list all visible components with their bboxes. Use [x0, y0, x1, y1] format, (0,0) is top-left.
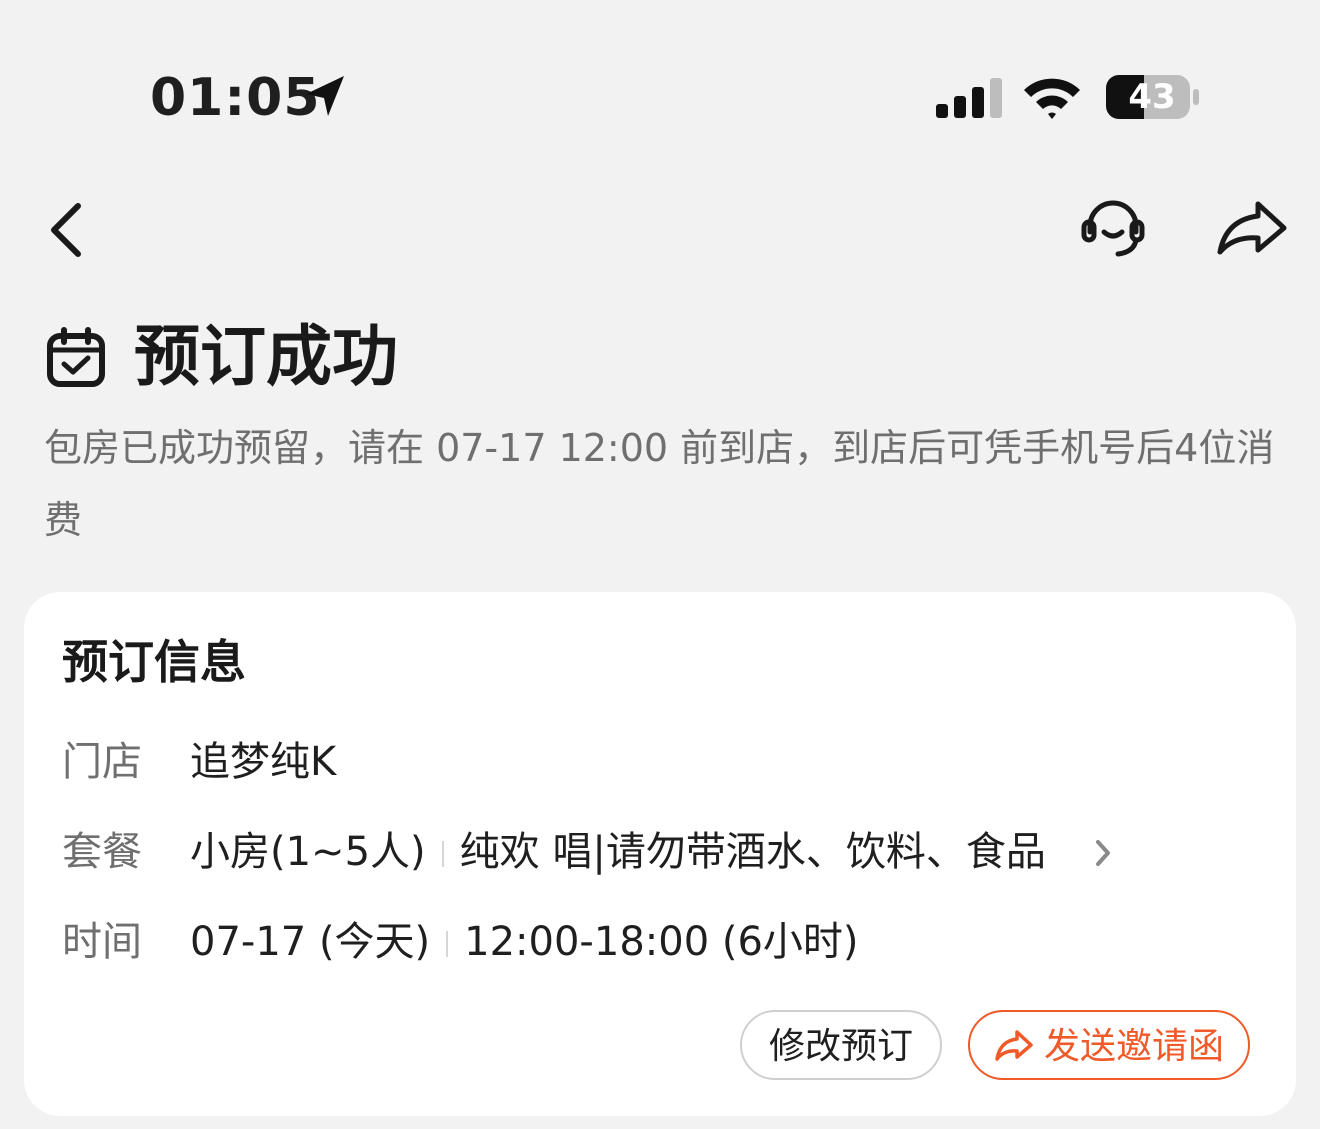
- booking-date: 07-17 (今天): [190, 919, 431, 965]
- back-chevron-icon[interactable]: [40, 198, 96, 262]
- status-bar: 01:05 43: [0, 0, 1320, 150]
- page-title: 预订成功: [134, 318, 398, 395]
- store-value: 追梦纯K: [190, 739, 337, 785]
- store-label: 门店: [62, 739, 142, 785]
- package-desc: 纯欢 唱|请勿带酒水、饮料、食品: [459, 829, 1046, 875]
- divider: [446, 931, 449, 957]
- package-label: 套餐: [62, 829, 142, 875]
- customer-service-icon[interactable]: [1078, 196, 1148, 262]
- battery-level: 43: [1128, 77, 1176, 117]
- package-row[interactable]: 套餐 小房(1~5人) 纯欢 唱|请勿带酒水、饮料、食品: [62, 822, 1262, 882]
- card-title: 预订信息: [62, 635, 246, 689]
- send-invitation-button[interactable]: 发送邀请函: [968, 1010, 1250, 1080]
- time-label: 时间: [62, 919, 142, 965]
- store-row: 门店 追梦纯K: [62, 732, 1262, 792]
- divider: [441, 841, 444, 867]
- booking-time: 12:00-18:00 (6小时): [464, 919, 859, 965]
- time-row: 时间 07-17 (今天) 12:00-18:00 (6小时): [62, 912, 1262, 972]
- share-icon: [995, 1030, 1033, 1061]
- location-arrow-icon: [306, 76, 344, 116]
- modify-booking-button[interactable]: 修改预订: [740, 1010, 942, 1080]
- package-room: 小房(1~5人): [190, 829, 426, 875]
- time-value: 07-17 (今天) 12:00-18:00 (6小时): [190, 912, 859, 972]
- chevron-right-icon[interactable]: [1090, 836, 1116, 870]
- calendar-check-icon: [47, 327, 105, 387]
- signal-icon: [936, 78, 1002, 118]
- wifi-icon: [1024, 78, 1080, 119]
- booking-info-card: 预订信息 门店 追梦纯K 套餐 小房(1~5人) 纯欢 唱|请勿带酒水、饮料、食品…: [24, 592, 1296, 1116]
- package-value: 小房(1~5人) 纯欢 唱|请勿带酒水、饮料、食品: [190, 822, 1046, 882]
- status-time: 01:05: [150, 68, 321, 128]
- send-invitation-label: 发送邀请函: [1044, 1026, 1225, 1067]
- booking-subtitle: 包房已成功预留，请在 07-17 12:00 前到店，到店后可凭手机号后4位消费: [44, 426, 1275, 542]
- share-icon[interactable]: [1214, 196, 1290, 262]
